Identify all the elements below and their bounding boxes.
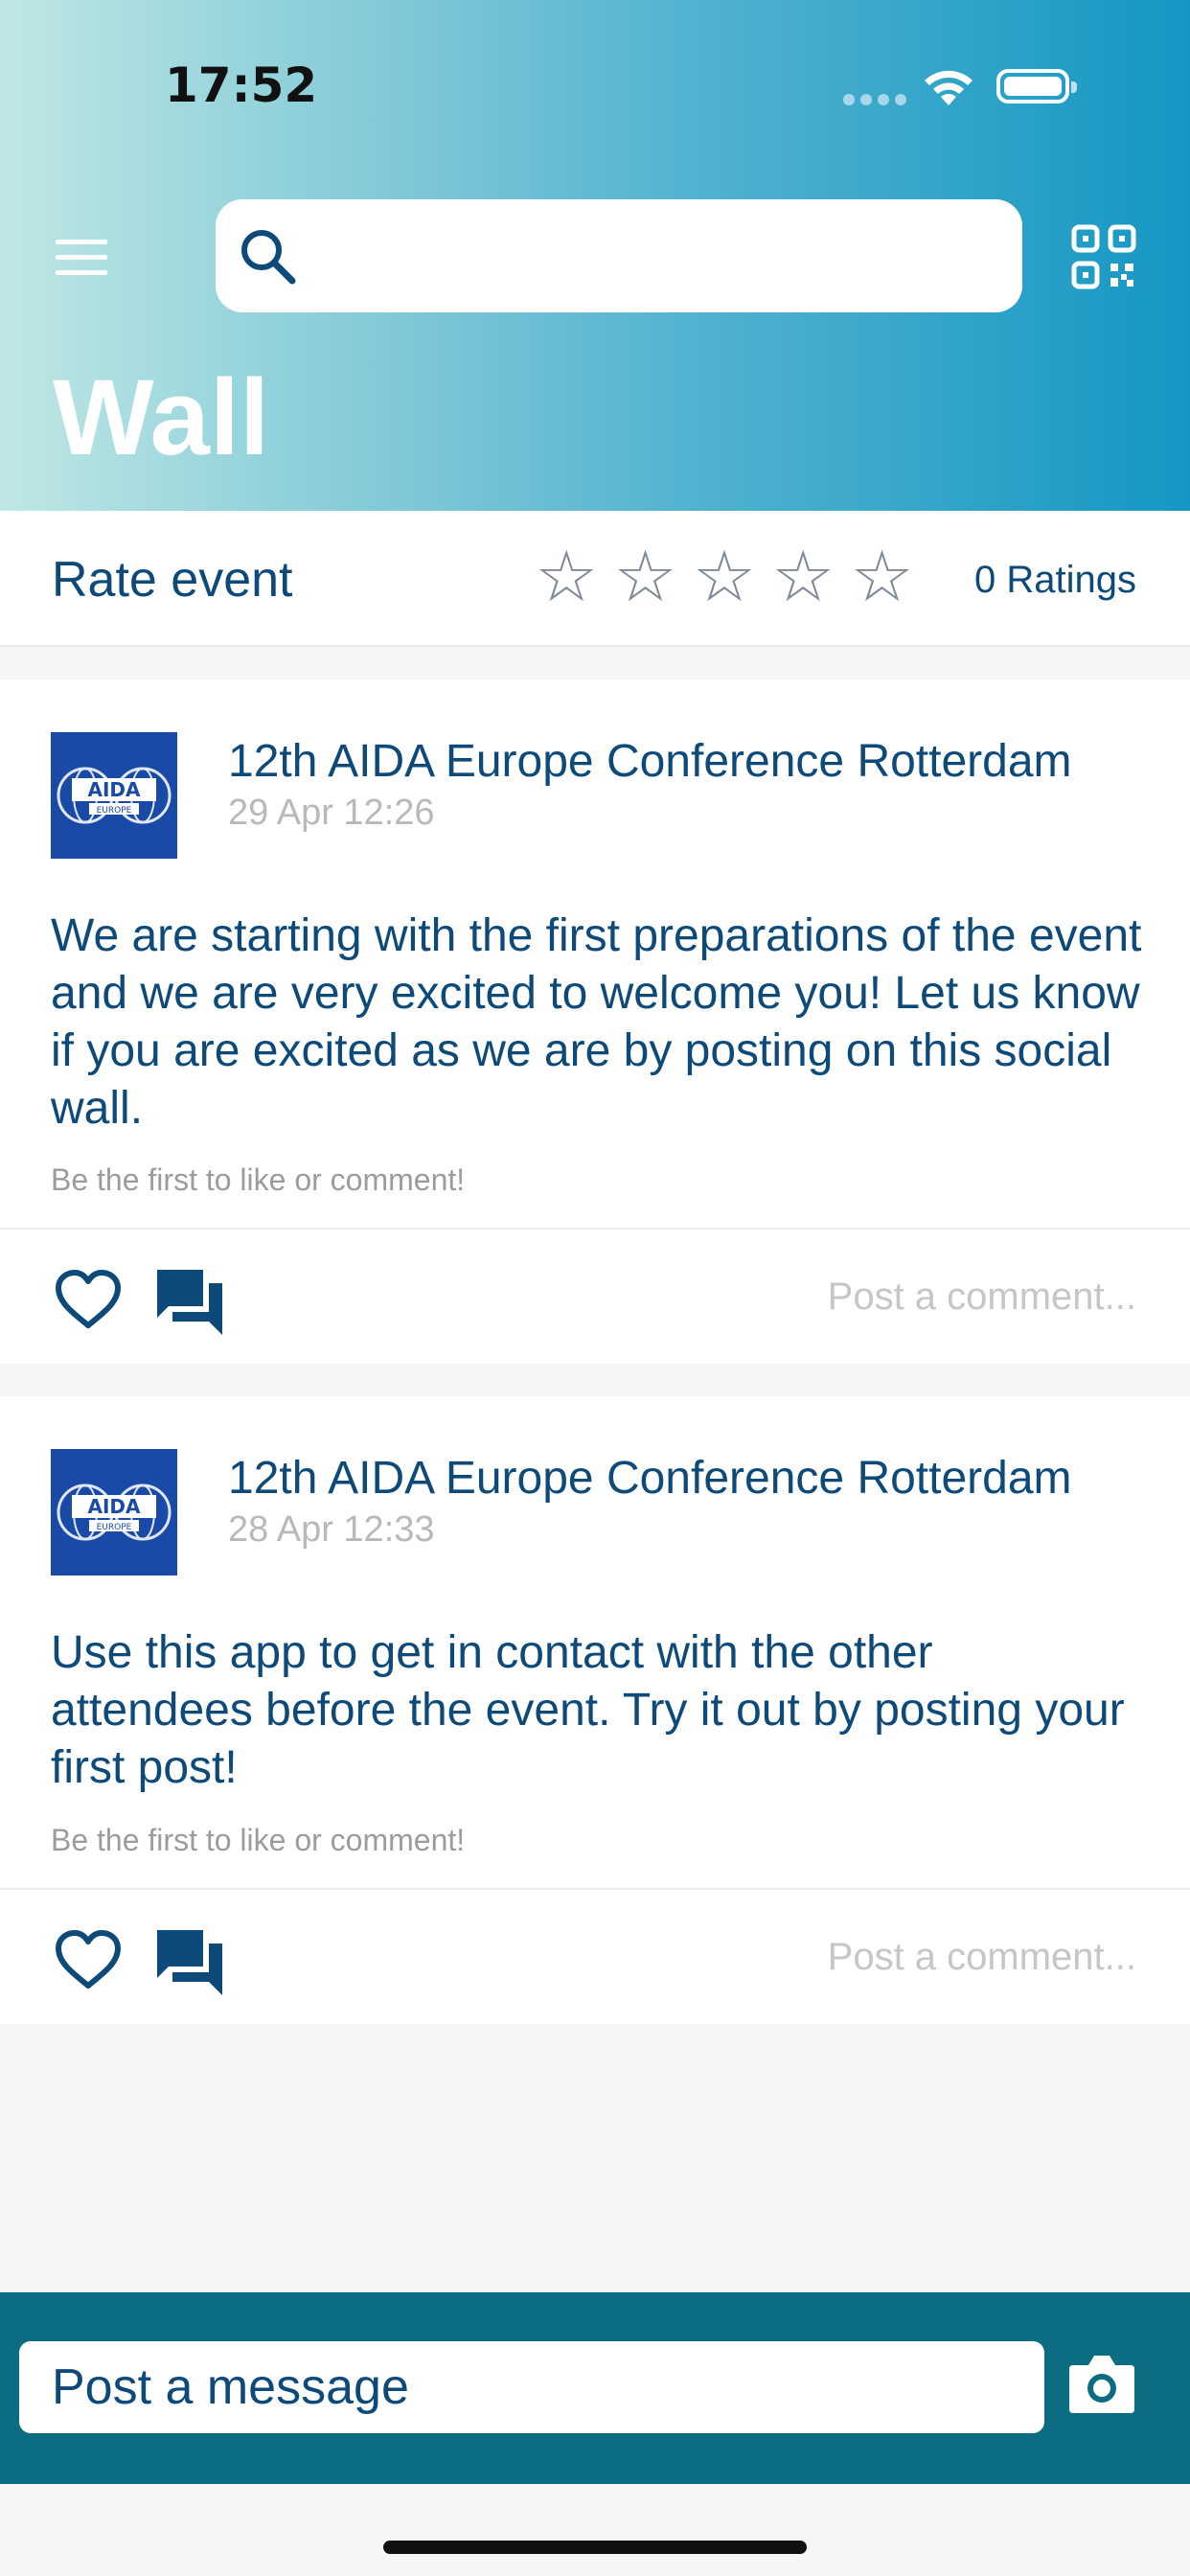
avatar-logo-text: AIDA	[88, 778, 142, 801]
comment-bubbles-icon[interactable]	[155, 1268, 224, 1337]
ratings-count: 0 Ratings	[974, 559, 1136, 601]
avatar: AIDA EUROPE	[51, 1449, 177, 1576]
post-comment-link[interactable]: Post a comment...	[828, 1276, 1136, 1319]
battery-icon	[996, 69, 1077, 104]
post-date: 28 Apr 12:33	[228, 1509, 435, 1550]
qr-code-icon[interactable]	[1071, 224, 1136, 289]
wall-post: AIDA EUROPE 12th AIDA Europe Conference …	[0, 1396, 1190, 2024]
search-input[interactable]	[216, 199, 1022, 312]
post-comment-link[interactable]: Post a comment...	[828, 1936, 1136, 1979]
status-time: 17:52	[165, 58, 318, 113]
post-author[interactable]: 12th AIDA Europe Conference Rotterdam	[228, 1452, 1072, 1505]
hamburger-menu-icon[interactable]	[56, 240, 107, 276]
post-date: 29 Apr 12:26	[228, 793, 435, 833]
post-action-bar: Post a comment...	[0, 1228, 1190, 1364]
rate-event-bar: Rate event ☆ ☆ ☆ ☆ ☆ 0 Ratings	[0, 511, 1190, 647]
heart-icon[interactable]	[54, 1928, 123, 1991]
post-author[interactable]: 12th AIDA Europe Conference Rotterdam	[228, 735, 1072, 788]
post-text: Use this app to get in contact with the …	[51, 1627, 1125, 1793]
avatar: AIDA EUROPE	[51, 732, 177, 859]
engagement-hint: Be the first to like or comment!	[51, 1162, 466, 1197]
star-2-icon[interactable]: ☆	[613, 541, 676, 612]
cellular-signal-icon	[843, 94, 906, 105]
message-composer	[0, 2292, 1190, 2484]
post-text: We are starting with the first preparati…	[51, 910, 1142, 1134]
avatar-logo-subtext: EUROPE	[97, 806, 132, 816]
wall-post: AIDA EUROPE 12th AIDA Europe Conference …	[0, 679, 1190, 1364]
avatar-logo-text: AIDA	[88, 1495, 142, 1518]
post-action-bar: Post a comment...	[0, 1888, 1190, 2024]
header: 17:52 Wall	[0, 0, 1190, 511]
wifi-icon	[925, 70, 973, 105]
star-1-icon[interactable]: ☆	[535, 541, 598, 612]
star-4-icon[interactable]: ☆	[771, 541, 835, 612]
avatar-logo-subtext: EUROPE	[97, 1523, 132, 1532]
post-message-input[interactable]	[19, 2341, 1044, 2433]
star-5-icon[interactable]: ☆	[850, 541, 913, 612]
engagement-hint: Be the first to like or comment!	[51, 1823, 466, 1857]
page-title: Wall	[53, 357, 270, 477]
rate-event-label: Rate event	[52, 552, 293, 608]
home-indicator	[383, 2541, 807, 2554]
star-rating[interactable]: ☆ ☆ ☆ ☆ ☆	[535, 541, 914, 612]
comment-bubbles-icon[interactable]	[155, 1928, 224, 1997]
camera-icon[interactable]	[1067, 2352, 1136, 2415]
heart-icon[interactable]	[54, 1268, 123, 1331]
star-3-icon[interactable]: ☆	[693, 541, 756, 612]
